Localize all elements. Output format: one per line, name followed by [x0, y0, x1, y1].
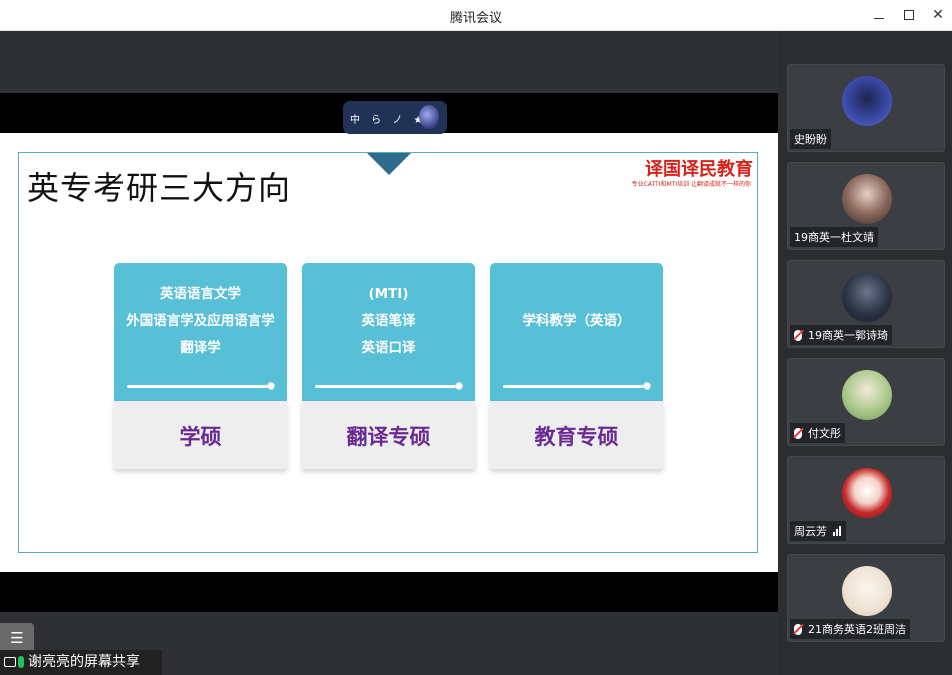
participant-avatar	[842, 370, 892, 420]
participant-name-text: 史盼盼	[794, 133, 827, 146]
card-line: 英语语言文学	[160, 286, 241, 302]
presentation-slide: 英专考研三大方向 译国译民教育 专业CATTI和MTI培训 让翻译成就不一样的你…	[0, 133, 778, 653]
close-icon: ✕	[932, 7, 944, 23]
card-top: (MTI) 英语笔译 英语口译	[302, 263, 475, 401]
participant-name: 周云芳	[790, 521, 846, 541]
card-lines: 英语语言文学 外国语言学及应用语言学 翻译学	[114, 281, 287, 362]
screen-share-status[interactable]: 谢亮亮的屏幕共享	[0, 650, 162, 675]
slide-frame: 英专考研三大方向 译国译民教育 专业CATTI和MTI培训 让翻译成就不一样的你…	[18, 152, 758, 553]
participant-avatar	[842, 468, 892, 518]
close-button[interactable]: ✕	[927, 4, 949, 26]
maximize-icon	[904, 10, 914, 20]
card-label: 翻译专硕	[346, 425, 431, 449]
participant-avatar	[842, 76, 892, 126]
screen-share-area: 英专考研三大方向 译国译民教育 专业CATTI和MTI培训 让翻译成就不一样的你…	[0, 31, 778, 675]
mic-muted-icon	[794, 624, 802, 635]
card-top: 学科教学（英语）	[490, 263, 663, 401]
participant-tile[interactable]: 周云芳	[787, 456, 945, 544]
participant-name-text: 19商英一郭诗琦	[808, 329, 888, 342]
slider-knob	[643, 382, 651, 390]
participant-tile[interactable]: 史盼盼	[787, 64, 945, 152]
participant-name: 付文彤	[790, 423, 845, 443]
mic-muted-icon	[794, 428, 802, 439]
mic-icon	[18, 656, 24, 668]
card-slider	[315, 382, 463, 390]
direction-card-academic: 英语语言文学 外国语言学及应用语言学 翻译学 学硕	[114, 263, 287, 469]
list-menu-button[interactable]: ☰	[0, 623, 34, 653]
slide-heading: 英专考研三大方向	[27, 169, 292, 207]
participant-avatar	[842, 566, 892, 616]
brand-logo: 译国译民教育 专业CATTI和MTI培训 让翻译成就不一样的你	[623, 155, 753, 188]
participant-name: 21商务英语2班周洁	[790, 619, 910, 639]
signal-strength-icon	[833, 526, 842, 539]
tencent-meeting-window: 腾讯会议 ✕ 英专考研三大方向 译国译民教育 专业CATTI和MTI培训 让翻译…	[0, 0, 952, 675]
card-top: 英语语言文学 外国语言学及应用语言学 翻译学	[114, 263, 287, 401]
card-slider	[127, 382, 275, 390]
maximize-button[interactable]	[898, 4, 920, 26]
mic-muted-icon	[794, 330, 802, 341]
window-title: 腾讯会议	[449, 11, 502, 26]
share-status-text: 谢亮亮的屏幕共享	[28, 654, 140, 670]
participant-tile[interactable]: 19商英一杜文靖	[787, 162, 945, 250]
logo-text: 译国译民教育	[645, 159, 753, 180]
participant-tile[interactable]: 21商务英语2班周洁	[787, 554, 945, 642]
title-bar: 腾讯会议 ✕	[0, 0, 952, 31]
card-line: 英语笔译	[361, 313, 416, 329]
participant-name-text: 21商务英语2班周洁	[808, 623, 906, 636]
participant-name: 19商英一郭诗琦	[790, 325, 892, 345]
participant-name: 19商英一杜文靖	[790, 227, 878, 247]
card-bottom: 教育专硕	[490, 401, 663, 469]
participant-tile[interactable]: 付文彤	[787, 358, 945, 446]
participant-avatar	[842, 174, 892, 224]
card-bottom: 翻译专硕	[302, 401, 475, 469]
letterbox-bottom	[0, 572, 778, 612]
moon-icon	[419, 105, 439, 129]
minimize-icon	[874, 18, 884, 19]
card-line: (MTI)	[368, 286, 409, 302]
participant-name-text: 周云芳	[794, 525, 827, 538]
screen-share-icon	[4, 657, 16, 667]
triangle-marker	[367, 153, 411, 175]
participant-tile[interactable]: 19商英一郭诗琦	[787, 260, 945, 348]
card-line: 外国语言学及应用语言学	[126, 313, 275, 329]
direction-card-education: 学科教学（英语） 教育专硕	[490, 263, 663, 469]
card-line: 英语口译	[361, 340, 416, 356]
participant-panel: 史盼盼 19商英一杜文靖 19商英一郭诗琦 付文彤 周云芳 21商务英语2班周洁	[778, 31, 952, 675]
decorative-widget[interactable]: 中 ら ノ ★	[343, 101, 447, 134]
participant-name-text: 19商英一杜文靖	[794, 231, 874, 244]
logo-tagline: 专业CATTI和MTI培训 让翻译成就不一样的你	[631, 181, 751, 188]
card-label: 学硕	[179, 425, 222, 449]
card-lines: (MTI) 英语笔译 英语口译	[302, 281, 475, 362]
list-icon: ☰	[10, 629, 24, 647]
card-line: 翻译学	[180, 340, 221, 356]
direction-card-translation: (MTI) 英语笔译 英语口译 翻译专硕	[302, 263, 475, 469]
card-label: 教育专硕	[534, 425, 619, 449]
card-lines: 学科教学（英语）	[490, 308, 663, 335]
participant-name-text: 付文彤	[808, 427, 841, 440]
card-slider	[503, 382, 651, 390]
participant-avatar	[842, 272, 892, 322]
card-bottom: 学硕	[114, 401, 287, 469]
slider-knob	[267, 382, 275, 390]
minimize-button[interactable]	[868, 4, 890, 26]
widget-text: 中 ら ノ ★	[350, 115, 427, 126]
card-line: 学科教学（英语）	[522, 313, 631, 329]
slider-knob	[455, 382, 463, 390]
participant-name: 史盼盼	[790, 129, 831, 149]
